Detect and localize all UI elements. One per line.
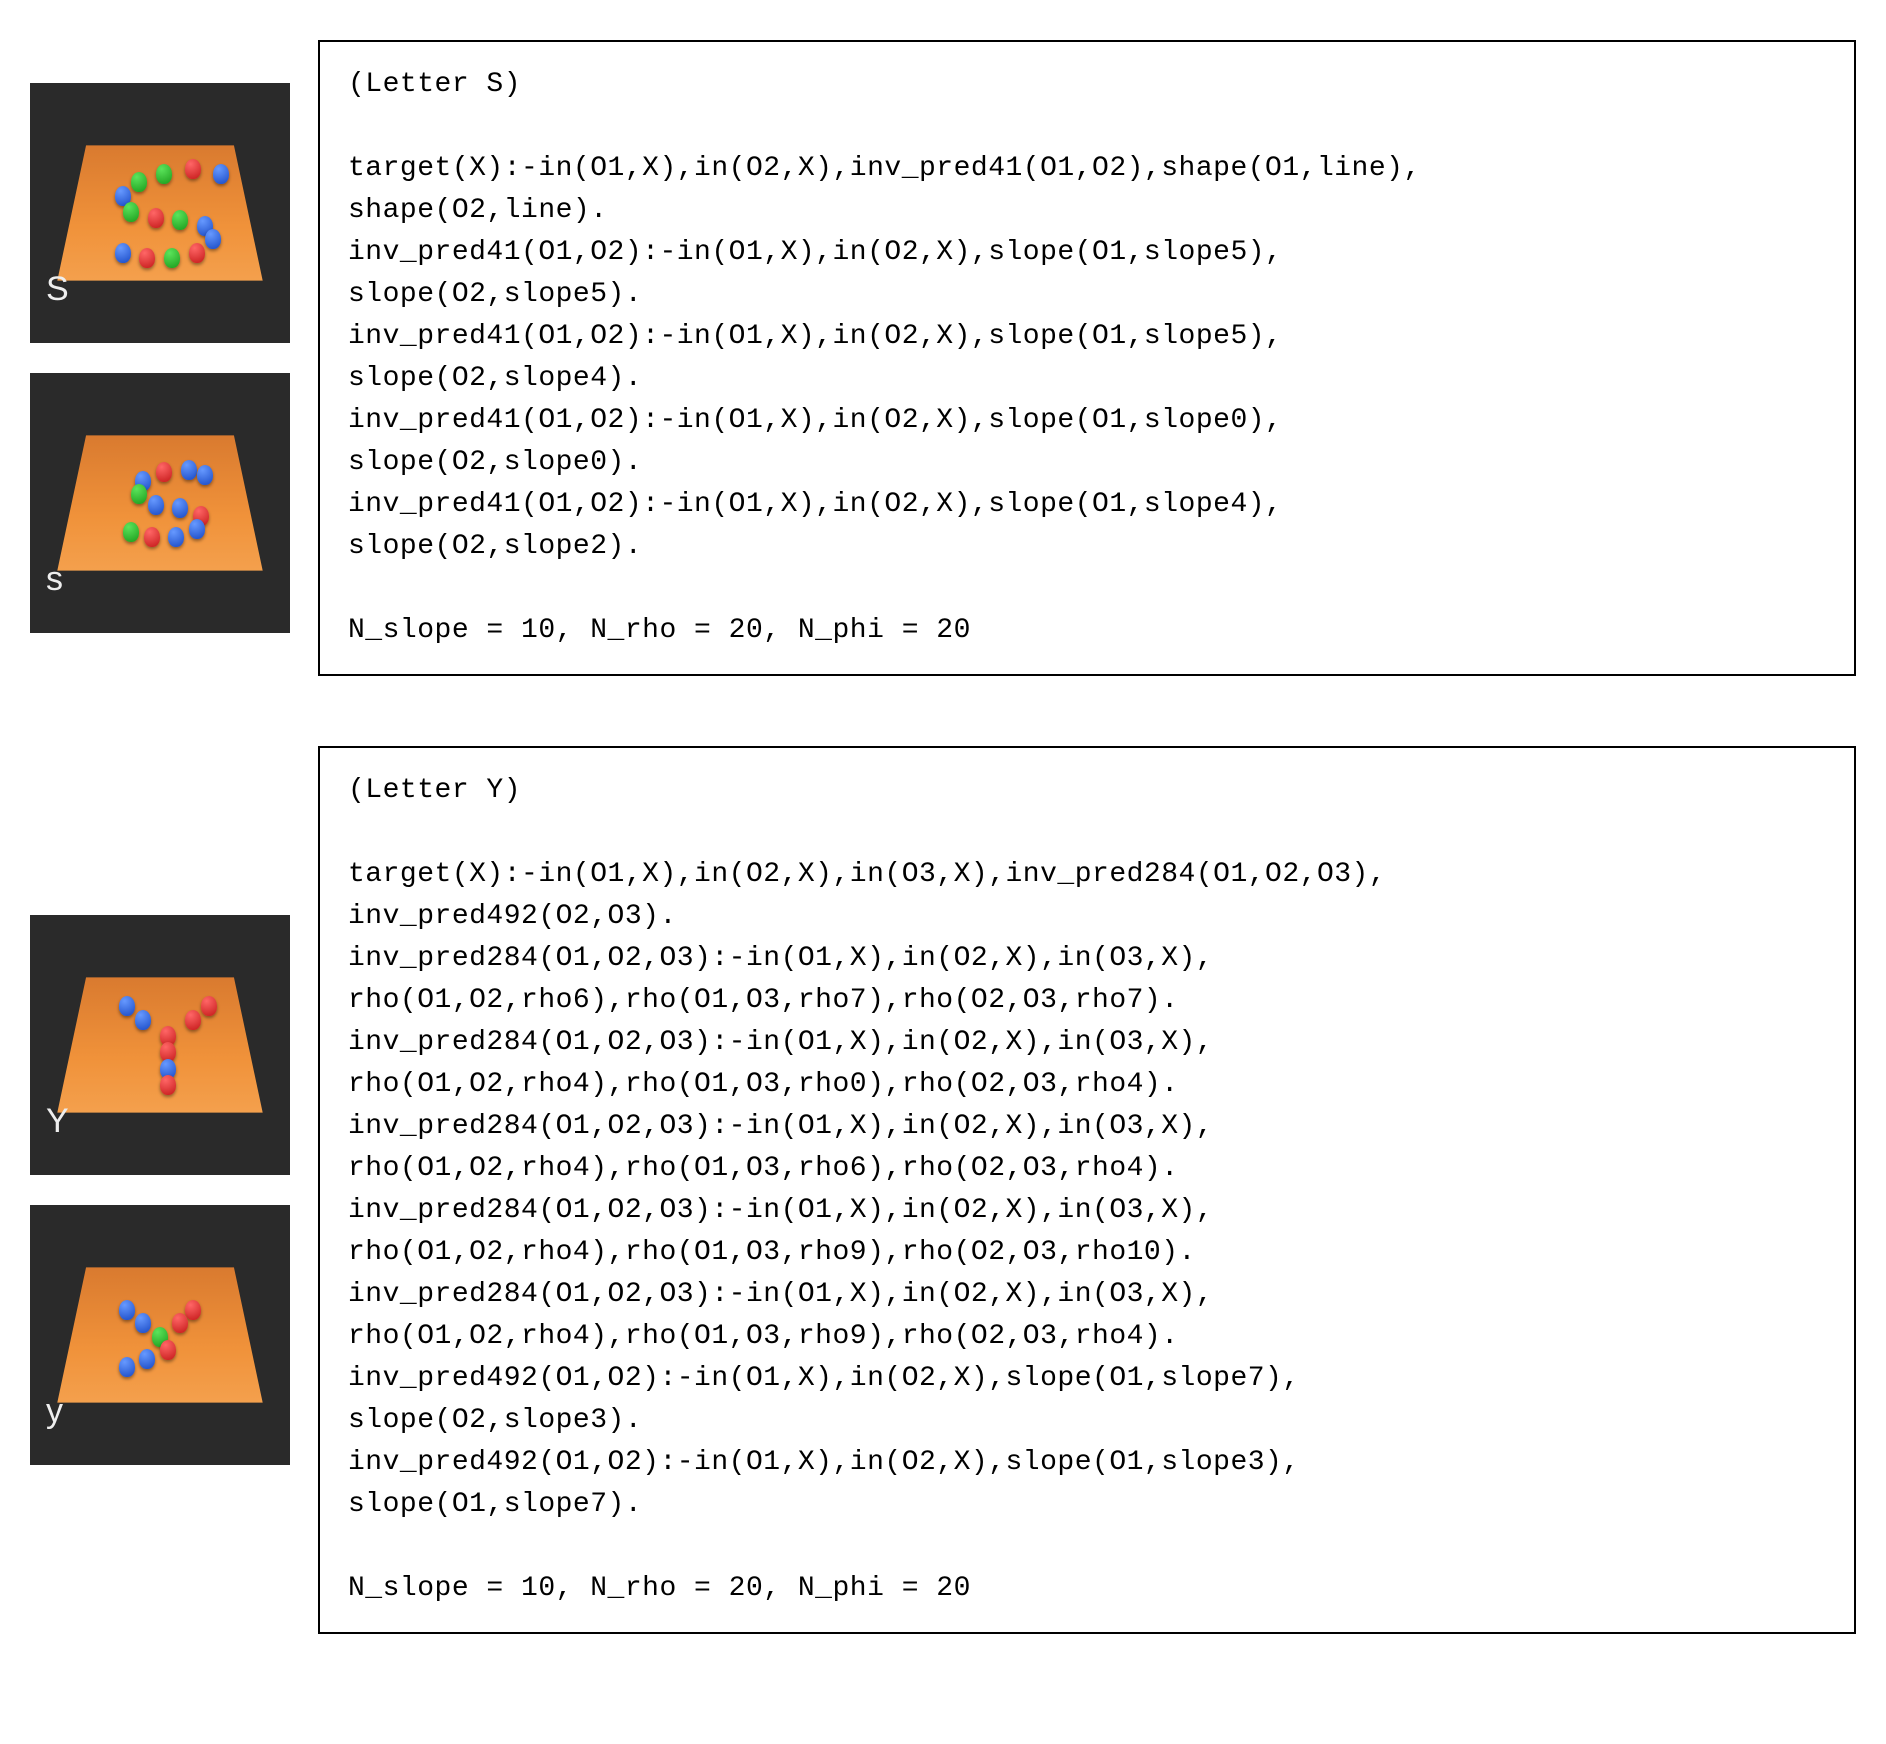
letter-label: S — [46, 270, 69, 309]
cylinder-dot — [148, 208, 164, 228]
cylinder-dot — [119, 1300, 135, 1320]
cylinder-dot — [205, 229, 221, 249]
cylinder-dot — [156, 164, 172, 184]
table-surface — [57, 145, 262, 280]
cylinder-dot — [185, 1300, 201, 1320]
cylinder-dot — [160, 1340, 176, 1360]
cylinder-dot — [172, 1313, 188, 1333]
code-listing: (Letter S) target(X):-in(O1,X),in(O2,X),… — [318, 40, 1856, 676]
cylinder-dot — [156, 462, 172, 482]
rendered-scene: s — [30, 373, 290, 633]
cylinder-dot — [201, 996, 217, 1016]
cylinder-dot — [135, 1313, 151, 1333]
cylinder-dot — [139, 248, 155, 268]
images-column: Ss — [30, 40, 290, 676]
cylinder-dot — [168, 527, 184, 547]
cylinder-dot — [144, 527, 160, 547]
table-surface — [57, 977, 262, 1112]
cylinder-dot — [119, 1357, 135, 1377]
code-listing: (Letter Y) target(X):-in(O1,X),in(O2,X),… — [318, 746, 1856, 1634]
letter-label: s — [46, 560, 63, 599]
letter-label: y — [46, 1392, 63, 1431]
letter-label: Y — [46, 1102, 69, 1141]
cylinder-dot — [185, 159, 201, 179]
cylinder-dot — [189, 243, 205, 263]
cylinder-dot — [119, 996, 135, 1016]
images-column: Yy — [30, 746, 290, 1634]
cylinder-dot — [160, 1075, 176, 1095]
cylinder-dot — [131, 484, 147, 504]
table-surface — [57, 435, 262, 570]
cylinder-dot — [131, 172, 147, 192]
dots-layer — [57, 1267, 262, 1402]
rendered-scene: y — [30, 1205, 290, 1465]
example-block: Yy(Letter Y) target(X):-in(O1,X),in(O2,X… — [30, 746, 1856, 1634]
dots-layer — [57, 435, 262, 570]
rendered-scene: Y — [30, 915, 290, 1175]
dots-layer — [57, 977, 262, 1112]
cylinder-dot — [197, 465, 213, 485]
cylinder-dot — [181, 460, 197, 480]
cylinder-dot — [123, 202, 139, 222]
cylinder-dot — [164, 248, 180, 268]
cylinder-dot — [148, 495, 164, 515]
dots-layer — [57, 145, 262, 280]
cylinder-dot — [123, 522, 139, 542]
cylinder-dot — [135, 1010, 151, 1030]
cylinder-dot — [172, 210, 188, 230]
rendered-scene: S — [30, 83, 290, 343]
cylinder-dot — [185, 1010, 201, 1030]
cylinder-dot — [172, 498, 188, 518]
example-block: Ss(Letter S) target(X):-in(O1,X),in(O2,X… — [30, 40, 1856, 676]
cylinder-dot — [139, 1349, 155, 1369]
cylinder-dot — [189, 519, 205, 539]
cylinder-dot — [213, 164, 229, 184]
table-surface — [57, 1267, 262, 1402]
cylinder-dot — [115, 243, 131, 263]
